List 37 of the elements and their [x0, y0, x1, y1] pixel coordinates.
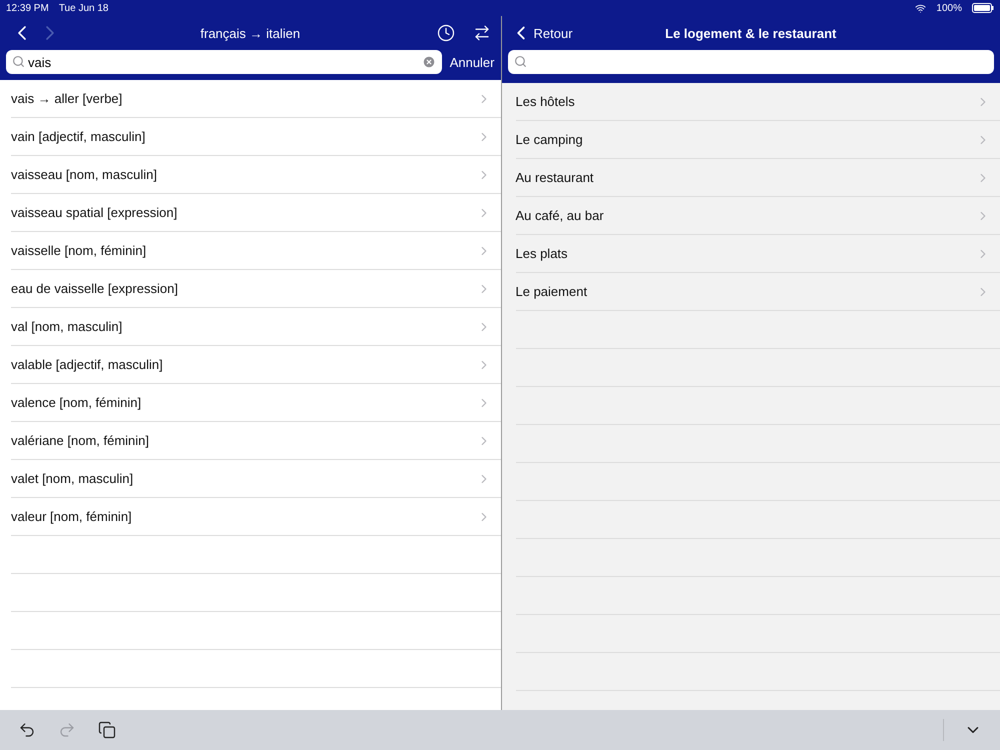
dictionary-title: français → italien	[200, 26, 300, 40]
status-date: Tue Jun 18	[58, 2, 108, 14]
topic-row[interactable]: Les hôtels	[516, 83, 1000, 121]
search-field[interactable]: vais	[6, 50, 442, 74]
clock-icon	[436, 24, 454, 42]
topic-row[interactable]: Au café, au bar	[516, 197, 1000, 235]
result-row[interactable]: valet [nom, masculin]	[11, 460, 500, 498]
result-row[interactable]: vaisseau spatial [expression]	[11, 194, 500, 232]
battery-percent: 100%	[936, 2, 962, 14]
cancel-button[interactable]: Annuler	[450, 54, 494, 70]
back-button[interactable]: Retour	[510, 22, 573, 44]
wifi-icon	[915, 2, 926, 14]
copy-icon	[98, 721, 116, 739]
result-row[interactable]: valeur [nom, féminin]	[11, 498, 500, 536]
topic-row[interactable]: Les plats	[516, 235, 1000, 273]
redo-icon	[58, 721, 76, 739]
copy-button[interactable]	[96, 719, 118, 741]
topic-row[interactable]: Le paiement	[516, 273, 1000, 311]
battery-icon	[972, 3, 994, 13]
result-row[interactable]: valable [adjectif, masculin]	[11, 346, 500, 384]
search-icon	[514, 55, 526, 68]
result-row[interactable]: val [nom, masculin]	[11, 308, 500, 346]
result-row[interactable]: vais → aller [verbe]	[11, 80, 500, 118]
undo-icon	[18, 721, 36, 739]
result-row[interactable]: valence [nom, féminin]	[11, 384, 500, 422]
result-row[interactable]: vaisseau [nom, masculin]	[11, 156, 500, 194]
result-row[interactable]: vain [adjectif, masculin]	[11, 118, 500, 156]
search-field[interactable]	[508, 50, 994, 74]
topic-row[interactable]: Le camping	[516, 121, 1000, 159]
status-time: 12:39 PM	[6, 2, 49, 14]
result-row[interactable]: valériane [nom, féminin]	[11, 422, 500, 460]
swap-arrows-icon	[472, 24, 490, 42]
search-icon	[12, 55, 25, 68]
topic-title: Le logement & le restaurant	[665, 26, 836, 40]
result-row[interactable]: eau de vaisselle [expression]	[11, 270, 500, 308]
topic-row[interactable]: Au restaurant	[516, 159, 1000, 197]
result-row[interactable]: vaisselle [nom, féminin]	[11, 232, 500, 270]
